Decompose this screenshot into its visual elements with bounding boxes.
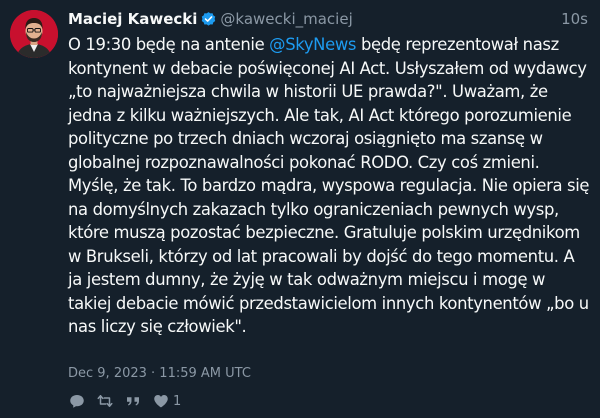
tweet-header: Maciej Kawecki @kawecki_maciej 10s (68, 8, 588, 30)
tweet-text: O 19:30 będę na antenie @SkyNews będę re… (68, 33, 590, 339)
author-display-name[interactable]: Maciej Kawecki (68, 10, 197, 28)
mention-link[interactable]: @SkyNews (269, 35, 356, 54)
quote-icon (127, 397, 139, 406)
tweet-text-start: O 19:30 będę na antenie (68, 35, 270, 54)
avatar[interactable] (10, 10, 58, 58)
tweet-timestamp[interactable]: Dec 9, 2023 · 11:59 AM UTC (68, 366, 251, 381)
like-count: 1 (173, 393, 182, 409)
avatar-image (10, 10, 58, 58)
heart-icon (154, 395, 168, 408)
retweet-icon (97, 395, 113, 407)
verified-badge-icon (200, 11, 217, 28)
tweet-actions: 1 (68, 392, 191, 410)
like-button[interactable]: 1 (152, 392, 181, 410)
tweet-card: Maciej Kawecki @kawecki_maciej 10s O 19:… (0, 0, 600, 418)
tweet-text-rest: będę reprezentował nasz kontynent w deba… (68, 35, 590, 336)
author-handle[interactable]: @kawecki_maciej (220, 10, 352, 28)
reply-icon (70, 395, 84, 408)
relative-time[interactable]: 10s (561, 10, 588, 28)
retweet-button[interactable] (96, 392, 114, 410)
quote-button[interactable] (124, 392, 142, 410)
reply-button[interactable] (68, 392, 86, 410)
